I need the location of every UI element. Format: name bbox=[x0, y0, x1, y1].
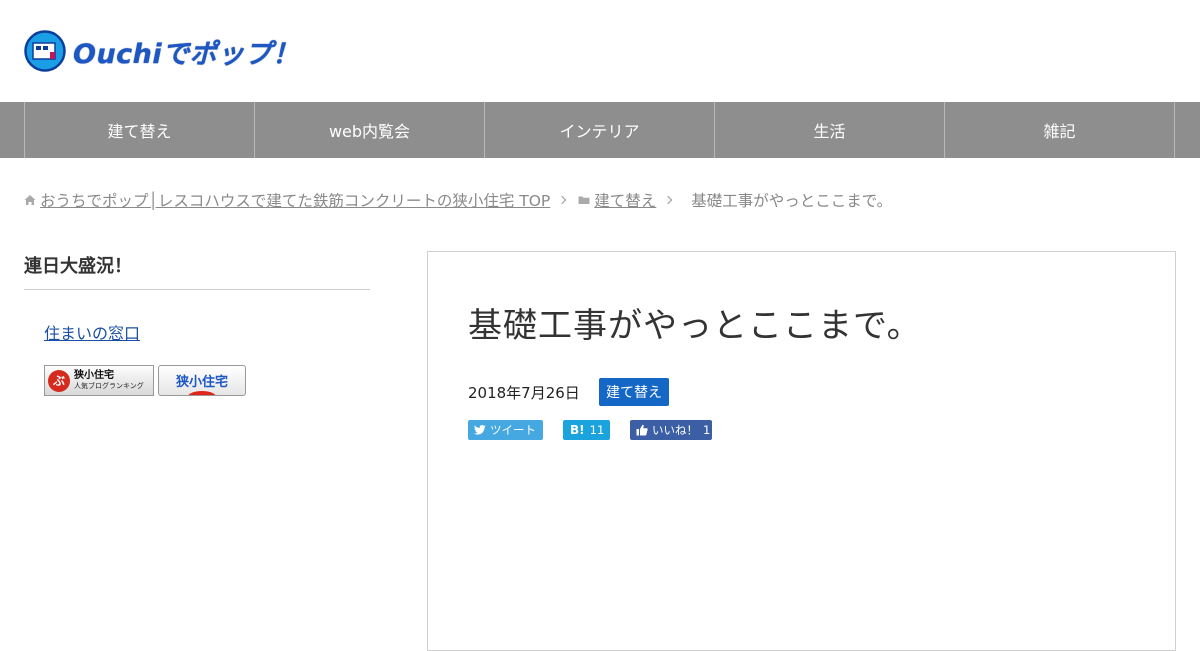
banner-main-text: 狭小住宅 bbox=[74, 370, 114, 381]
hatena-bookmark-button[interactable]: B! 11 bbox=[563, 420, 610, 440]
chevron-right-icon bbox=[664, 195, 673, 205]
hatena-count: 11 bbox=[589, 423, 605, 437]
global-nav: 建て替え web内覧会 インテリア 生活 雑記 bbox=[0, 102, 1200, 158]
breadcrumb-category-link[interactable]: 建て替え bbox=[594, 189, 656, 211]
home-icon bbox=[24, 195, 36, 205]
nav-item-life[interactable]: 生活 bbox=[714, 102, 944, 158]
breadcrumb: おうちでポップ│レスコハウスで建てた鉄筋コンクリートの狭小住宅 TOP 建て替え… bbox=[24, 189, 892, 211]
sidebar: 連日大盛況！ 住まいの窓口 ぶ 狭小住宅 人気ブログランキング 狭小住宅 bbox=[24, 252, 370, 396]
blog-village-banner[interactable]: 狭小住宅 bbox=[158, 365, 246, 396]
thumbs-up-icon bbox=[636, 424, 648, 436]
red-circle-icon bbox=[187, 391, 217, 395]
hatena-b-icon: B! bbox=[570, 423, 585, 437]
facebook-like-button[interactable]: いいね！ 1 bbox=[630, 420, 712, 440]
banner2-text: 狭小住宅 bbox=[175, 375, 228, 390]
breadcrumb-home-link[interactable]: おうちでポップ│レスコハウスで建てた鉄筋コンクリートの狭小住宅 TOP bbox=[40, 189, 550, 211]
sidebar-widget-title: 連日大盛況！ bbox=[24, 252, 370, 290]
tweet-button[interactable]: ツイート bbox=[468, 420, 543, 440]
sumai-madoguchi-link[interactable]: 住まいの窓口 bbox=[44, 320, 370, 344]
site-header: Ouchiでポップ！ bbox=[0, 0, 1200, 102]
banner-sub-text: 人気ブログランキング bbox=[74, 382, 144, 390]
chevron-right-icon bbox=[558, 195, 567, 205]
breadcrumb-current: 基礎工事がやっとここまで。 bbox=[691, 192, 893, 210]
site-logo-text: Ouchiでポップ！ bbox=[73, 38, 300, 70]
like-label: いいね！ bbox=[652, 423, 698, 437]
category-badge[interactable]: 建て替え bbox=[599, 378, 669, 406]
blog-ranking-banner[interactable]: ぶ 狭小住宅 人気ブログランキング bbox=[44, 365, 154, 396]
nav-item-web-tour[interactable]: web内覧会 bbox=[254, 102, 484, 158]
twitter-bird-icon bbox=[474, 425, 486, 435]
nav-item-rebuild[interactable]: 建て替え bbox=[24, 102, 254, 158]
like-count: 1 bbox=[703, 423, 711, 437]
ranking-banners: ぶ 狭小住宅 人気ブログランキング 狭小住宅 bbox=[44, 365, 370, 396]
nav-item-interior[interactable]: インテリア bbox=[484, 102, 714, 158]
ranking-logo-icon: ぶ bbox=[48, 369, 70, 392]
entry-title: 基礎工事がやっとここまで。 bbox=[468, 306, 922, 346]
site-logo[interactable]: Ouchiでポップ！ bbox=[24, 28, 300, 74]
folder-icon bbox=[578, 196, 590, 204]
nav-item-misc[interactable]: 雑記 bbox=[944, 102, 1175, 158]
article: 基礎工事がやっとここまで。 2018年7月26日 建て替え ツイート B! 11… bbox=[427, 251, 1176, 651]
house-logo-icon bbox=[24, 30, 66, 72]
tweet-label: ツイート bbox=[490, 423, 536, 437]
entry-date: 2018年7月26日 bbox=[468, 384, 580, 402]
